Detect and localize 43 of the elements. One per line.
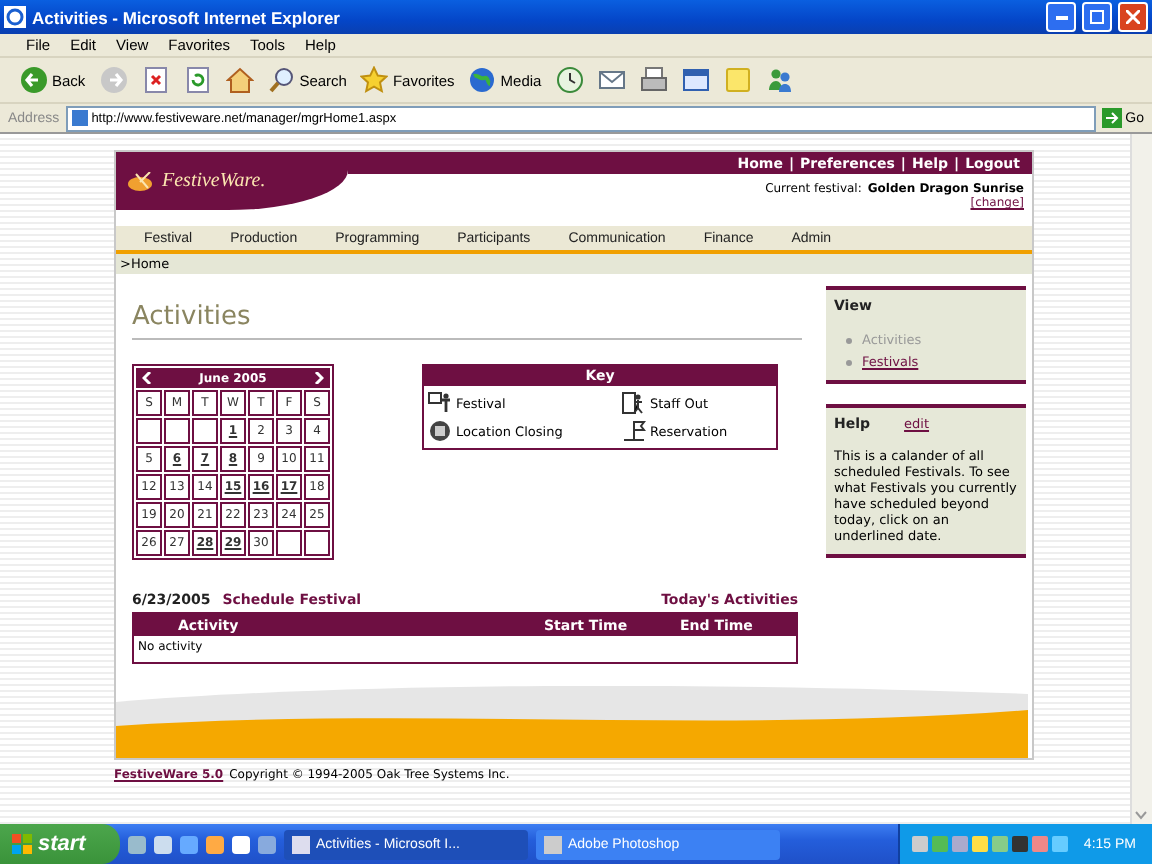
bullet-icon [846,337,852,343]
envelope-icon [597,66,626,94]
refresh-icon [183,66,212,94]
maximize-button[interactable] [1082,2,1112,32]
minimize-button[interactable] [1046,2,1076,32]
scroll-down-icon[interactable] [1132,806,1150,824]
app-icon [292,835,310,853]
close-button[interactable] [1118,2,1148,32]
toolbar-button[interactable] [221,64,258,96]
logo-text: FestiveWare. [162,170,266,192]
empty-day-cell [164,418,190,444]
people-icon [765,66,794,94]
page-icon [71,110,88,126]
edit-icon [681,66,710,94]
screen-and-figure-icon [428,392,452,414]
flag-icon [622,420,646,442]
chevron-left-icon[interactable] [142,372,152,384]
app-icon [544,835,562,853]
stop-icon [141,66,170,94]
maximize-icon [1090,10,1104,24]
palette-icon [128,171,156,191]
note-icon [723,66,752,94]
home-icon [225,66,254,94]
chevron-right-icon[interactable] [313,372,324,384]
person-at-door-icon [622,392,646,414]
windows-logo-icon [12,834,32,854]
toolbar-button[interactable] [677,64,714,96]
printer-icon [639,66,668,94]
bullet-icon [846,359,852,365]
building-badge-icon [428,420,452,442]
browser-icon [4,6,26,28]
toolbar-button[interactable] [635,64,672,96]
clock-icon [555,66,584,94]
minimize-icon [1055,15,1067,19]
page-title: Activities [132,302,802,340]
globe-icon [468,66,497,94]
star-icon [360,66,389,94]
arrow-icon [1101,108,1122,128]
window-title: Activities - Microsoft Internet Explorer [32,7,342,27]
close-icon [1126,10,1140,24]
empty-day-cell [192,418,218,444]
toolbar-button[interactable] [551,64,588,96]
search-icon [267,66,296,94]
